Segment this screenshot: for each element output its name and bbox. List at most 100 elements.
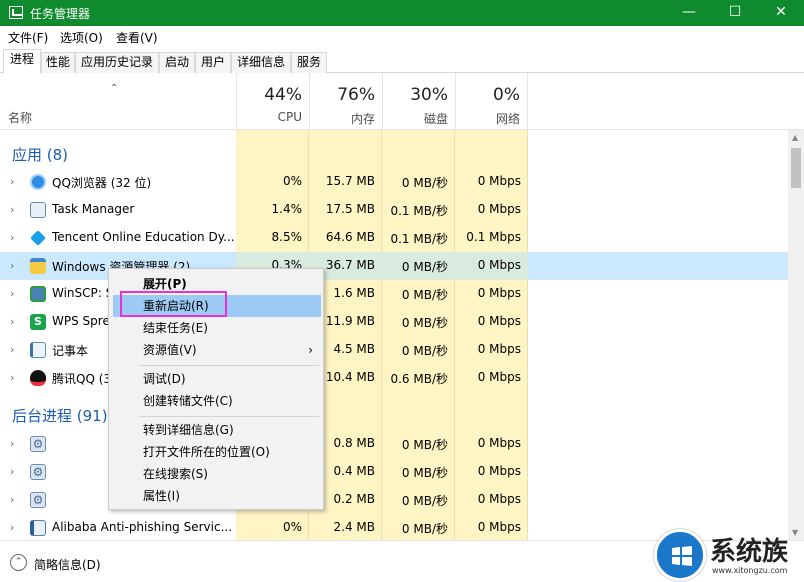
fewer-details-link[interactable]: 简略信息(D): [34, 556, 101, 573]
menu-go-to-details[interactable]: 转到详细信息(G): [113, 419, 321, 441]
expand-chevron-icon[interactable]: ›: [10, 175, 14, 188]
cpu-value: 0%: [282, 520, 302, 534]
network-value: 0 Mbps: [477, 492, 521, 506]
tab-users[interactable]: 用户: [195, 52, 231, 73]
gear-icon: ⚙: [30, 492, 46, 508]
process-metrics: 0% 15.7 MB 0 MB/秒 0 Mbps: [236, 168, 528, 196]
scroll-up-arrow-icon[interactable]: ▲: [792, 133, 798, 142]
menu-create-dump[interactable]: 创建转储文件(C): [113, 390, 321, 412]
window-title: 任务管理器: [30, 7, 91, 21]
menu-properties[interactable]: 属性(I): [113, 485, 321, 507]
disk-value: 0 MB/秒: [401, 344, 448, 358]
watermark-url: www.xitongzu.com: [712, 566, 788, 575]
maximize-button[interactable]: ☐: [712, 0, 758, 26]
process-name: 腾讯QQ (3: [52, 372, 112, 386]
explorer-icon: [30, 258, 46, 274]
process-name: WPS Spre: [52, 314, 110, 328]
expand-chevron-icon[interactable]: ›: [10, 343, 14, 356]
vertical-scrollbar[interactable]: ▲ ▼: [788, 130, 804, 540]
memory-value: 64.6 MB: [325, 230, 375, 244]
expand-chevron-icon[interactable]: ›: [10, 231, 14, 244]
tab-processes[interactable]: 进程: [3, 49, 41, 74]
disk-value: 0 MB/秒: [401, 466, 448, 480]
qq-icon: [30, 370, 46, 386]
network-value: 0.1 Mbps: [466, 230, 521, 244]
menu-end-task[interactable]: 结束任务(E): [113, 317, 321, 339]
notepad-icon: [30, 342, 46, 358]
close-button[interactable]: ✕: [758, 0, 804, 26]
alibaba-icon: [30, 520, 46, 536]
menu-search-online[interactable]: 在线搜索(S): [113, 463, 321, 485]
cpu-value: 8.5%: [271, 230, 303, 244]
menu-bar: 文件(F) 选项(O) 查看(V): [0, 26, 804, 47]
gear-icon: ⚙: [30, 436, 46, 452]
site-watermark: 系统族 www.xitongzu.com: [654, 527, 804, 582]
tab-app-history[interactable]: 应用历史记录: [75, 52, 159, 73]
windows-flag-icon: [672, 546, 692, 566]
process-row[interactable]: › Tencent Online Education Dy... 8.5% 64…: [0, 224, 790, 252]
menu-open-file-location[interactable]: 打开文件所在的位置(O): [113, 441, 321, 463]
memory-total: 76%: [337, 85, 375, 105]
tab-startup[interactable]: 启动: [159, 52, 195, 73]
network-value: 0 Mbps: [477, 370, 521, 384]
minimize-button[interactable]: —: [666, 0, 712, 26]
menu-debug[interactable]: 调试(D): [113, 368, 321, 390]
memory-value: 15.7 MB: [325, 174, 375, 188]
memory-value: 17.5 MB: [325, 202, 375, 216]
watermark-text: 系统族: [710, 537, 789, 567]
title-bar: 任务管理器 — ☐ ✕: [0, 0, 804, 26]
tab-performance[interactable]: 性能: [41, 52, 75, 73]
tab-services[interactable]: 服务: [291, 52, 327, 73]
menu-resource-values[interactable]: 资源值(V) ›: [113, 339, 321, 361]
disk-value: 0.6 MB/秒: [390, 372, 448, 386]
expand-chevron-icon[interactable]: ›: [10, 203, 14, 216]
menu-file[interactable]: 文件(F): [8, 29, 48, 46]
expand-chevron-icon[interactable]: ›: [10, 371, 14, 384]
process-row[interactable]: › Task Manager 1.4% 17.5 MB 0.1 MB/秒 0 M…: [0, 196, 790, 224]
network-value: 0 Mbps: [477, 314, 521, 328]
network-value: 0 Mbps: [477, 174, 521, 188]
network-value: 0 Mbps: [477, 436, 521, 450]
expand-chevron-icon[interactable]: ›: [10, 315, 14, 328]
disk-value: 0 MB/秒: [401, 494, 448, 508]
column-memory[interactable]: 76% 内存: [309, 73, 382, 129]
collapse-chevron-icon[interactable]: ⌃: [10, 554, 27, 571]
column-name[interactable]: 名称: [8, 109, 32, 126]
expand-chevron-icon[interactable]: ›: [10, 287, 14, 300]
menu-separator: [139, 365, 319, 366]
network-value: 0 Mbps: [477, 342, 521, 356]
group-background-label[interactable]: 后台进程 (91): [12, 405, 108, 426]
disk-value: 0.1 MB/秒: [390, 232, 448, 246]
tab-details[interactable]: 详细信息: [231, 52, 291, 73]
process-row[interactable]: › QQ浏览器 (32 位) 0% 15.7 MB 0 MB/秒 0 Mbps: [0, 168, 790, 196]
gear-icon: ⚙: [30, 464, 46, 480]
submenu-arrow-icon: ›: [308, 343, 313, 357]
sort-indicator-icon[interactable]: ⌃: [110, 83, 118, 94]
memory-value: 2.4 MB: [333, 520, 375, 534]
process-name: Alibaba Anti-phishing Servic...: [52, 520, 233, 534]
process-name: WinSCP: S: [52, 286, 114, 300]
column-cpu[interactable]: 44% CPU: [236, 73, 309, 129]
menu-options[interactable]: 选项(O): [60, 29, 103, 46]
menu-separator: [139, 416, 319, 417]
network-value: 0 Mbps: [477, 520, 521, 534]
network-label: 网络: [495, 112, 520, 126]
disk-value: 0 MB/秒: [401, 522, 448, 536]
disk-value: 0 MB/秒: [401, 288, 448, 302]
expand-chevron-icon[interactable]: ›: [10, 437, 14, 450]
column-disk[interactable]: 30% 磁盘: [382, 73, 455, 129]
column-header: ⌃ 名称 44% CPU 76% 内存 30% 磁盘 0% 网络: [0, 73, 804, 130]
expand-chevron-icon[interactable]: ›: [10, 521, 14, 534]
wps-icon: S: [30, 314, 46, 330]
network-value: 0 Mbps: [477, 464, 521, 478]
menu-view[interactable]: 查看(V): [116, 29, 158, 46]
expand-chevron-icon[interactable]: ›: [10, 259, 14, 272]
expand-chevron-icon[interactable]: ›: [10, 465, 14, 478]
expand-chevron-icon[interactable]: ›: [10, 493, 14, 506]
network-value: 0 Mbps: [477, 258, 521, 272]
process-name: Tencent Online Education Dy...: [52, 230, 235, 244]
scrollbar-thumb[interactable]: [791, 148, 801, 188]
column-network[interactable]: 0% 网络: [455, 73, 528, 129]
group-apps-label[interactable]: 应用 (8): [12, 144, 68, 165]
qq-browser-icon: [30, 174, 46, 190]
